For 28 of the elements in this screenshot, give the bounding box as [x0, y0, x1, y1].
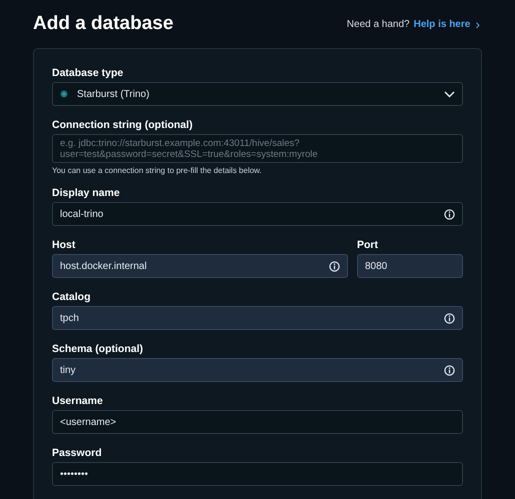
info-icon[interactable] [444, 364, 455, 376]
input-field[interactable]: 8080 [357, 254, 463, 278]
help-link[interactable]: Help is here › [414, 16, 480, 32]
input-field[interactable]: local-trino [52, 202, 463, 226]
input-field[interactable]: host.docker.internal [52, 254, 348, 278]
chevron-down-icon [444, 90, 455, 98]
field-label: Port [357, 239, 379, 251]
input-field[interactable]: <username> [52, 410, 463, 434]
info-icon[interactable] [444, 312, 455, 324]
database-type-select[interactable]: Starburst (Trino) [52, 82, 463, 106]
field-label: Password [52, 447, 103, 459]
field-label: Schema (optional) [52, 343, 144, 355]
field-label: Catalog [52, 291, 92, 303]
info-icon[interactable] [329, 260, 340, 272]
input-field[interactable]: tpch [52, 306, 463, 330]
info-icon[interactable] [444, 208, 455, 220]
input-field[interactable]: •••••••• [52, 462, 463, 486]
field-label: Display name [52, 187, 121, 199]
field-label: Connection string (optional) [52, 119, 194, 131]
field-label: Username [52, 395, 104, 407]
input-field[interactable]: tiny [52, 358, 463, 382]
help-prompt: Need a hand? [346, 18, 410, 32]
connection-string-field[interactable]: e.g. jdbc:trino://starburst.example.com:43011/hive/sales? user=test&password=secret&SSL=true&roles=system:myrole [52, 134, 463, 163]
field-hint: You can use a connection string to pre-fill the details below. [52, 166, 263, 176]
field-label: Database type [52, 67, 124, 79]
page-title: Add a database [33, 12, 174, 36]
field-label: Host [52, 239, 76, 251]
database-logo-icon [60, 90, 68, 98]
